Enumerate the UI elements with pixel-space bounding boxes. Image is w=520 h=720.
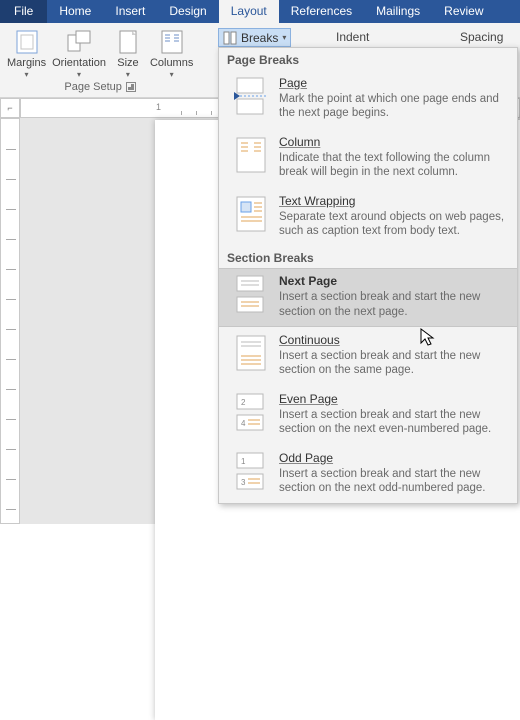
tab-review[interactable]: Review xyxy=(432,0,495,23)
breaks-gallery: Page Breaks Page Mark the point at which… xyxy=(218,47,518,504)
margins-label: Margins xyxy=(7,57,46,70)
gallery-desc: Indicate that the text following the col… xyxy=(279,151,505,180)
orientation-icon xyxy=(63,28,95,56)
gallery-header-section-breaks: Section Breaks xyxy=(219,246,517,268)
vertical-ruler[interactable] xyxy=(0,118,20,524)
even-page-icon: 24 xyxy=(233,392,269,432)
size-icon xyxy=(112,28,144,56)
svg-text:1: 1 xyxy=(241,457,246,466)
size-button[interactable]: Size ▾ xyxy=(109,26,147,79)
next-page-icon xyxy=(233,274,269,314)
gallery-title: Column xyxy=(279,135,505,149)
margins-button[interactable]: Margins ▾ xyxy=(4,26,49,79)
chevron-down-icon: ▾ xyxy=(25,70,29,79)
gallery-desc: Insert a section break and start the new… xyxy=(279,408,505,437)
gallery-desc: Insert a section break and start the new… xyxy=(279,290,505,319)
gallery-title: Page xyxy=(279,76,505,90)
gallery-item-continuous[interactable]: Continuous Insert a section break and st… xyxy=(219,327,517,386)
text-wrapping-icon xyxy=(233,194,269,234)
indent-label: Indent xyxy=(336,30,369,44)
gallery-desc: Separate text around objects on web page… xyxy=(279,210,505,239)
tab-file[interactable]: File xyxy=(0,0,47,23)
gallery-desc: Insert a section break and start the new… xyxy=(279,467,505,496)
tab-strip: File Home Insert Design Layout Reference… xyxy=(0,0,520,23)
gallery-title: Odd Page xyxy=(279,451,505,465)
gallery-item-even-page[interactable]: 24 Even Page Insert a section break and … xyxy=(219,386,517,445)
column-break-icon xyxy=(233,135,269,175)
svg-text:2: 2 xyxy=(241,398,246,407)
tab-layout[interactable]: Layout xyxy=(219,0,279,23)
tab-mailings[interactable]: Mailings xyxy=(364,0,432,23)
spacing-label: Spacing xyxy=(460,30,503,44)
columns-icon xyxy=(156,28,188,56)
size-label: Size xyxy=(117,57,138,70)
gallery-title: Continuous xyxy=(279,333,505,347)
ruler-mark-1: 1 xyxy=(156,102,161,112)
tab-design[interactable]: Design xyxy=(157,0,218,23)
gallery-item-text-wrapping[interactable]: Text Wrapping Separate text around objec… xyxy=(219,188,517,247)
chevron-down-icon: ▾ xyxy=(170,70,174,79)
breaks-button[interactable]: Breaks ▾ xyxy=(218,28,291,47)
orientation-label: Orientation xyxy=(52,57,106,70)
gallery-title: Even Page xyxy=(279,392,505,406)
columns-button[interactable]: Columns ▾ xyxy=(147,26,196,79)
svg-text:3: 3 xyxy=(241,478,246,487)
gallery-desc: Insert a section break and start the new… xyxy=(279,349,505,378)
breaks-label: Breaks xyxy=(241,31,278,45)
margins-icon xyxy=(11,28,43,56)
chevron-down-icon: ▾ xyxy=(126,70,130,79)
dialog-launcher-icon[interactable] xyxy=(126,82,136,92)
odd-page-icon: 13 xyxy=(233,451,269,491)
gallery-title: Next Page xyxy=(279,274,505,288)
group-label-page-setup: Page Setup xyxy=(64,81,136,93)
gallery-desc: Mark the point at which one page ends an… xyxy=(279,92,505,121)
gallery-item-page[interactable]: Page Mark the point at which one page en… xyxy=(219,70,517,129)
chevron-down-icon: ▾ xyxy=(282,33,286,42)
page-break-icon xyxy=(233,76,269,116)
tab-insert[interactable]: Insert xyxy=(103,0,157,23)
gallery-item-odd-page[interactable]: 13 Odd Page Insert a section break and s… xyxy=(219,445,517,504)
gallery-item-next-page[interactable]: Next Page Insert a section break and sta… xyxy=(219,268,517,327)
tab-references[interactable]: References xyxy=(279,0,364,23)
breaks-icon xyxy=(223,31,237,45)
gallery-header-page-breaks: Page Breaks xyxy=(219,48,517,70)
chevron-down-icon: ▾ xyxy=(77,70,81,79)
tab-home[interactable]: Home xyxy=(47,0,103,23)
page-setup-label: Page Setup xyxy=(64,81,122,93)
continuous-icon xyxy=(233,333,269,373)
columns-label: Columns xyxy=(150,57,193,70)
gallery-item-column[interactable]: Column Indicate that the text following … xyxy=(219,129,517,188)
ruler-corner: ⌐ xyxy=(0,98,20,118)
svg-text:4: 4 xyxy=(241,419,246,428)
gallery-title: Text Wrapping xyxy=(279,194,505,208)
orientation-button[interactable]: Orientation ▾ xyxy=(49,26,109,79)
